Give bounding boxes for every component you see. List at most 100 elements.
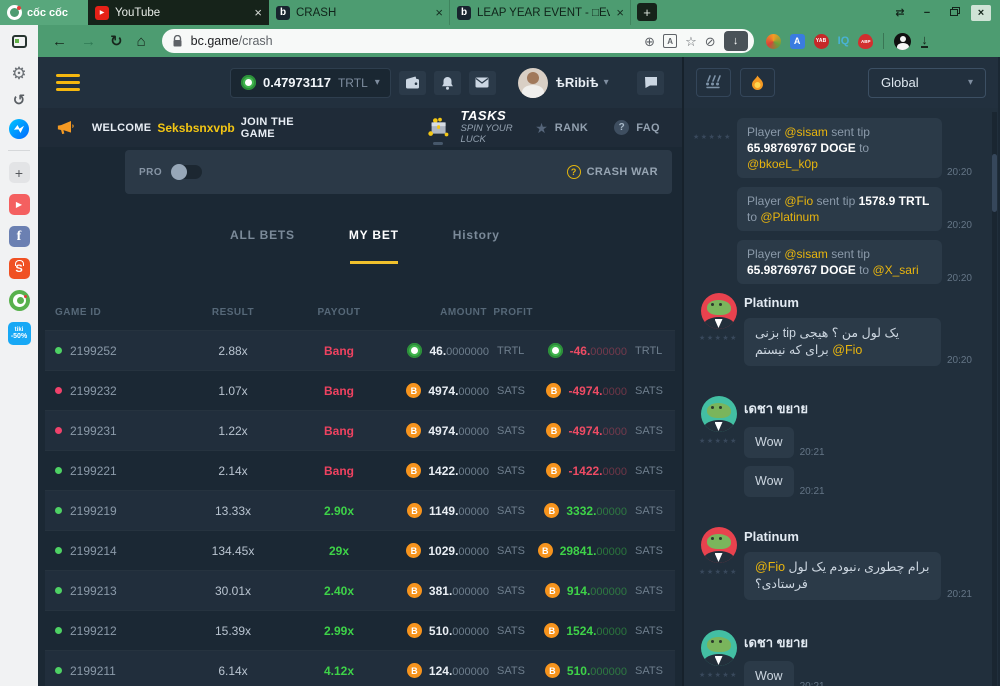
avatar[interactable]: [701, 293, 737, 329]
amount-currency: SATS: [489, 545, 533, 557]
chat-username[interactable]: Platinum: [744, 295, 972, 310]
tab-crash[interactable]: b CRASH ×: [269, 0, 450, 25]
shopee-shortcut-icon[interactable]: S: [9, 258, 30, 279]
faq-link[interactable]: ? FAQ: [614, 120, 660, 135]
chevron-down-icon[interactable]: [604, 77, 609, 88]
table-row[interactable]: 2199214134.45x29xB1029.00000SATSB29841.0…: [45, 530, 675, 570]
table-row[interactable]: 219921913.33x2.90xB1149.00000SATSB3332.0…: [45, 490, 675, 530]
add-shortcut-button[interactable]: +: [9, 162, 30, 183]
coin-rain-button[interactable]: [696, 68, 731, 97]
notifications-button[interactable]: [434, 71, 461, 95]
new-tab-button[interactable]: +: [637, 3, 657, 21]
tab-close-icon[interactable]: ×: [254, 6, 262, 19]
coccoc-brand[interactable]: cốc cốc: [0, 0, 88, 25]
arrange-windows-icon[interactable]: ⇄: [890, 5, 910, 21]
abp-extension-icon[interactable]: ABP: [858, 34, 873, 49]
avatar[interactable]: [701, 396, 737, 432]
history-icon[interactable]: [13, 93, 26, 108]
avatar[interactable]: [701, 630, 737, 666]
chat-username[interactable]: เดชา ขยาย: [744, 398, 972, 419]
home-button[interactable]: [137, 34, 146, 49]
sats-coin-icon: B: [406, 463, 421, 478]
avatar-column: ★★★★★: [696, 630, 741, 686]
close-window-button[interactable]: ×: [971, 5, 991, 21]
tab-my-bet[interactable]: MY BET: [349, 228, 399, 268]
chat-username[interactable]: เดชา ขยาย: [744, 632, 972, 653]
minimize-button[interactable]: −: [917, 5, 937, 21]
croc-suit-icon: [704, 654, 734, 666]
facebook-shortcut-icon[interactable]: f: [9, 226, 30, 247]
rank-link[interactable]: RANK: [535, 121, 588, 135]
tab-history[interactable]: History: [453, 228, 500, 268]
youtube-shortcut-icon[interactable]: [9, 194, 30, 215]
mention-user[interactable]: @Fio: [832, 343, 862, 357]
browser-profile-avatar[interactable]: [894, 33, 911, 50]
mention-user[interactable]: @sisam: [784, 125, 828, 139]
tab-close-icon[interactable]: ×: [435, 6, 443, 19]
avatar[interactable]: [701, 527, 737, 563]
zoom-page-icon[interactable]: [644, 35, 655, 48]
settings-gear-icon[interactable]: [11, 65, 26, 82]
mention-user[interactable]: @X_sari: [872, 263, 918, 277]
tip-message: Player @Fio sent tip 1578.9 TRTL to @Pla…: [737, 187, 972, 231]
mention-user[interactable]: @bkoeL_k0p: [747, 157, 818, 171]
site-header: 0.47973117 TRTL ѣRibiѣ: [38, 57, 682, 108]
table-row[interactable]: 219921215.39x2.99xB510.000000SATSB1524.0…: [45, 610, 675, 650]
balance-selector[interactable]: 0.47973117 TRTL: [230, 68, 391, 98]
tiki-shortcut-icon[interactable]: tiki -50%: [8, 322, 31, 345]
url-text[interactable]: bc.game/crash: [191, 34, 637, 48]
reload-button[interactable]: [110, 34, 123, 49]
table-row[interactable]: 21992116.14x4.12xB124.000000SATSB510.000…: [45, 650, 675, 686]
chat-scrollbar[interactable]: [992, 112, 997, 686]
chat-toggle-button[interactable]: [637, 71, 664, 95]
table-row[interactable]: 21992522.88xBang46.0000000TRTL-46.000000…: [45, 330, 675, 370]
scrollbar-thumb[interactable]: [992, 154, 997, 212]
messenger-icon[interactable]: [9, 119, 29, 139]
chat-channel-select[interactable]: Global: [868, 68, 986, 98]
download-page-button[interactable]: [724, 31, 748, 51]
tab-leap-year-event[interactable]: b LEAP YEAR EVENT - □Event - ×: [450, 0, 631, 25]
iq-extension-icon[interactable]: IQ: [838, 35, 850, 47]
yab-extension-icon[interactable]: YAB: [814, 34, 829, 49]
tasks-link[interactable]: TASKS SPIN YOUR LUCK: [426, 109, 535, 146]
profit-value: -1422.0000: [568, 464, 627, 478]
translate-page-icon[interactable]: A: [663, 34, 677, 48]
tab-close-icon[interactable]: ×: [616, 6, 624, 19]
downloads-button[interactable]: [921, 34, 928, 48]
mention-user[interactable]: @sisam: [784, 247, 828, 261]
adblock-shield-icon[interactable]: [705, 35, 716, 48]
sats-coin-icon: B: [546, 463, 561, 478]
tab-all-bets[interactable]: ALL BETS: [230, 228, 295, 268]
chat-username[interactable]: Platinum: [744, 529, 972, 544]
bookmark-star-icon[interactable]: [685, 35, 697, 48]
fireball-button[interactable]: [740, 68, 775, 97]
wallet-icon: [405, 76, 420, 89]
tab-youtube[interactable]: YouTube ×: [88, 0, 269, 25]
translate-extension-icon[interactable]: A: [790, 34, 805, 49]
profit-currency: SATS: [627, 625, 675, 637]
address-bar[interactable]: bc.game/crash A: [162, 29, 754, 53]
table-row[interactable]: 21992311.22xBangB4974.00000SATSB-4974.00…: [45, 410, 675, 450]
savior-extension-icon[interactable]: [766, 34, 781, 49]
user-avatar[interactable]: [518, 68, 548, 98]
table-row[interactable]: 21992321.07xBangB4974.00000SATSB-4974.00…: [45, 370, 675, 410]
game-id-cell: 2199232: [45, 384, 183, 398]
wallet-button[interactable]: [399, 71, 426, 95]
forward-button[interactable]: [81, 34, 96, 49]
table-row[interactable]: 21992212.14xBangB1422.00000SATSB-1422.00…: [45, 450, 675, 490]
mention-user[interactable]: @Platinum: [760, 210, 819, 224]
mention-user[interactable]: @Fio: [784, 194, 813, 208]
restore-button[interactable]: [944, 5, 964, 21]
pro-toggle[interactable]: [172, 165, 202, 179]
back-button[interactable]: [52, 34, 67, 49]
mention-user[interactable]: @Fio: [755, 560, 785, 574]
table-row[interactable]: 219921330.01x2.40xB381.000000SATSB914.00…: [45, 570, 675, 610]
messages-button[interactable]: [469, 71, 496, 95]
crash-war-link[interactable]: ? CRASH WAR: [567, 165, 658, 179]
menu-hamburger-icon[interactable]: [56, 74, 80, 92]
message-column: Platinumبزنی tip هیجی ؟ من لول یک نیستم …: [741, 293, 972, 374]
sidebar-toggle-button[interactable]: [0, 25, 38, 57]
coccoc-shortcut-icon[interactable]: [9, 290, 30, 311]
timestamp: 20:20: [947, 167, 972, 178]
username-label[interactable]: ѣRibiѣ: [556, 75, 599, 90]
